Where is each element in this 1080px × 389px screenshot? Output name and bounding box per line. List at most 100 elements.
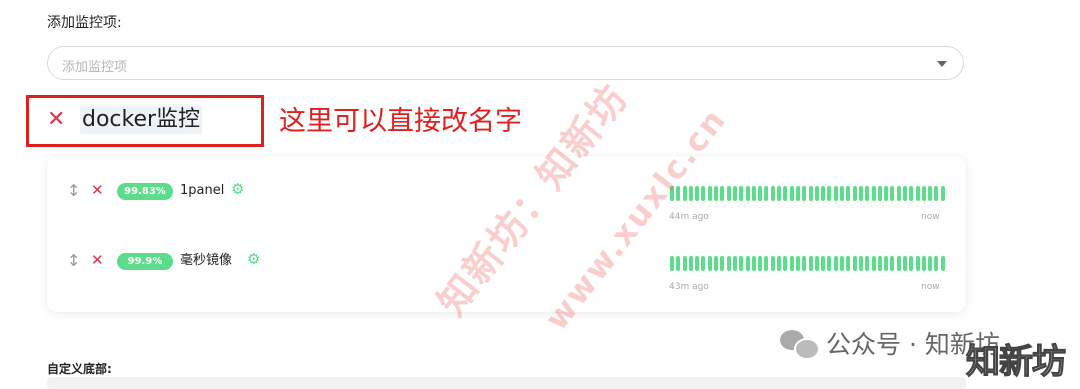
heartbeat-beat [707,256,712,271]
heartbeat-end-time: now [921,282,940,292]
heartbeat-beat [840,186,845,201]
heartbeat-beat [789,186,794,201]
heartbeat-beat [821,186,826,201]
uptime-badge: 99.83% [117,183,173,200]
heartbeat-beat [670,256,674,271]
heartbeat-beat [732,186,737,201]
heartbeat-beat [884,186,889,201]
heartbeat-beat [682,256,687,271]
heartbeat-beat [795,186,800,201]
heartbeat-beat [726,186,731,201]
wechat-icon [780,328,820,360]
heartbeat-beat [695,256,700,271]
heartbeat-beat [764,186,769,201]
heartbeat-beat [858,186,863,201]
heartbeat-beat [720,186,725,201]
heartbeat-beat [877,186,882,201]
heartbeat-beat [821,256,826,271]
heartbeat-beat [884,256,889,271]
heartbeat-end-time: now [921,212,940,222]
heartbeat-beat [890,186,895,201]
heartbeat-beat [676,256,681,271]
custom-footer-input[interactable] [47,377,966,389]
heartbeat-beat [915,256,920,271]
heartbeat-beat [707,186,712,201]
heartbeat-beat [909,186,914,201]
heartbeat-beat [934,186,939,201]
monitor-name[interactable]: 1panel [180,182,224,200]
heartbeat-beat [814,186,819,201]
heartbeat-beat [833,186,838,201]
heartbeat-beat [732,256,737,271]
wechat-brand-text: 知新坊 [965,341,1066,382]
heartbeat-beat [921,256,926,271]
heartbeat-beat [840,256,845,271]
group-name-highlight: ✕ docker监控 [26,95,264,147]
heartbeat-beat [783,186,788,201]
group-name-input[interactable]: docker监控 [80,106,203,134]
drag-handle-icon[interactable]: ↕ [67,182,80,200]
heartbeat-beat [714,186,719,201]
heartbeat-beat [688,186,693,201]
heartbeat-beat [915,186,920,201]
heartbeat-beat [770,186,775,201]
uptime-badge: 99.9% [117,253,173,270]
heartbeat-beat [783,256,788,271]
heartbeat-beat [758,186,763,201]
heartbeat-beat [688,256,693,271]
heartbeat-beat [745,186,750,201]
heartbeat-beat [827,186,832,201]
heartbeat-beat [789,256,794,271]
heartbeat-beat [940,186,945,201]
heartbeat-beat [871,186,876,201]
heartbeat-beat [695,186,700,201]
heartbeat-beat [745,256,750,271]
monitor-name[interactable]: 毫秒镜像 [180,252,232,270]
heartbeat-beat [865,256,870,271]
heartbeat-beat [751,186,756,201]
add-monitor-select[interactable]: 添加监控项 [47,46,964,80]
heartbeat-beat [777,186,782,201]
heartbeat-beat [890,256,895,271]
heartbeat-beat [896,256,901,271]
heartbeat-beat [802,186,807,201]
heartbeat-beat [928,256,933,271]
heartbeat-beat [758,256,763,271]
heartbeat-beat [726,256,731,271]
gear-icon[interactable]: ⚙ [231,180,244,198]
heartbeat-beat [896,186,901,201]
heartbeat-beat [808,256,813,271]
delete-group-icon[interactable]: ✕ [47,107,65,133]
heartbeat-beat [802,256,807,271]
heartbeat-beat [909,256,914,271]
heartbeat-beat [871,256,876,271]
heartbeat-beat [739,256,744,271]
heartbeat-beat [739,186,744,201]
heartbeat-bar [670,256,947,271]
heartbeat-beat [751,256,756,271]
heartbeat-beat [795,256,800,271]
caret-down-icon[interactable] [937,61,947,67]
heartbeat-beat [846,256,851,271]
heartbeat-beat [852,256,857,271]
drag-handle-icon[interactable]: ↕ [67,252,80,270]
heartbeat-beat [770,256,775,271]
heartbeat-beat [720,256,725,271]
heartbeat-beat [764,256,769,271]
heartbeat-beat [833,256,838,271]
heartbeat-beat [701,186,706,201]
heartbeat-beat [814,256,819,271]
heartbeat-beat [940,256,945,271]
heartbeat-beat [865,186,870,201]
heartbeat-bar [670,186,947,201]
add-monitor-label: 添加监控项: [47,15,122,31]
delete-x-icon[interactable]: ✕ [91,251,104,269]
heartbeat-beat [921,186,926,201]
heartbeat-start-time: 44m ago [669,212,709,222]
heartbeat-beat [827,256,832,271]
heartbeat-start-time: 43m ago [669,282,709,292]
delete-x-icon[interactable]: ✕ [91,181,104,199]
gear-icon[interactable]: ⚙ [247,250,260,268]
rename-annotation: 这里可以直接改名字 [279,106,522,137]
heartbeat-beat [777,256,782,271]
